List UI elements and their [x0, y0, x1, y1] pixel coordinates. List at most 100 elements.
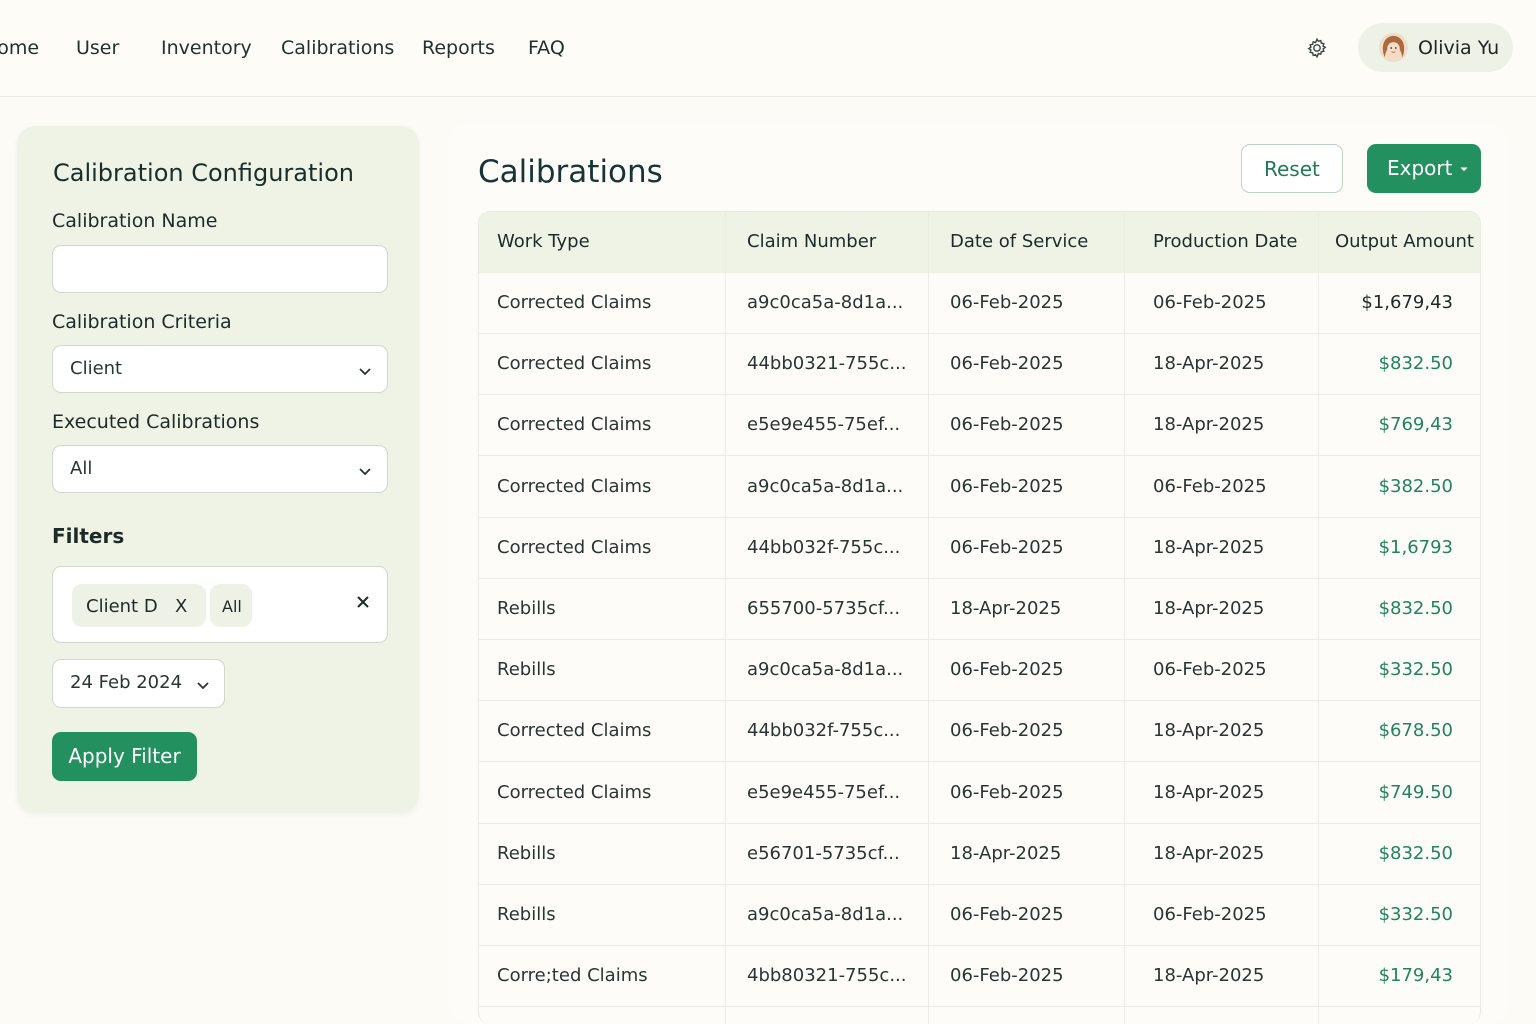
cell-output-amount: $832.50: [1378, 842, 1453, 864]
table-row[interactable]: Rebills 655700-5735cf... 18-Apr-2025 18-Apr…: [479, 579, 1480, 640]
cell-production-date: 18-Apr-2025: [1153, 720, 1265, 742]
filter-chip-label: Client D: [86, 596, 158, 617]
user-name: Olivia Yu: [1418, 37, 1500, 59]
executed-calibrations-value: All: [70, 458, 93, 479]
cell-production-date: 18-Apr-2025: [1153, 842, 1265, 864]
cell-work-type: Corrected Claims: [497, 781, 652, 803]
table-row[interactable]: Corre;ted Claims 4bb80321-755c... 06-Feb-2…: [479, 946, 1480, 1008]
cell-work-type: Corrected Claims: [497, 292, 652, 313]
caret-down-icon: [1460, 167, 1468, 172]
cell-claim-number: 44bb032f-755c...: [747, 536, 901, 558]
filter-chip-client[interactable]: Client D X: [72, 584, 206, 627]
table-row[interactable]: Corrected Claims e5e9e455-75ef... 06-Feb-2…: [479, 395, 1480, 457]
calibration-name-label: Calibration Name: [52, 210, 218, 232]
table-row[interactable]: Rebills a9c0ca5a-8d1a... 06-Feb-2025 06-Feb…: [479, 640, 1480, 702]
cell-production-date: 18-Apr-2025: [1153, 414, 1265, 436]
close-icon[interactable]: X: [175, 596, 187, 617]
calibrations-table: Work Type Claim Number Date of Service P…: [478, 211, 1481, 1024]
cell-date-of-service: 06-Feb-2025: [950, 536, 1064, 558]
cell-work-type: Corrected Claims: [497, 353, 652, 375]
cell-claim-number: a9c0ca5a-8d1a...: [747, 292, 904, 313]
cell-production-date: 18-Apr-2025: [1153, 353, 1265, 375]
apply-filter-label: Apply Filter: [68, 744, 181, 768]
cell-output-amount: $1,679,43: [1361, 292, 1453, 313]
calibration-criteria-label: Calibration Criteria: [52, 311, 232, 333]
column-header-work-type[interactable]: Work Type: [497, 231, 590, 252]
executed-calibrations-select[interactable]: All: [52, 445, 388, 493]
cell-work-type: Rebills: [497, 904, 556, 925]
column-header-claim-number[interactable]: Claim Number: [747, 231, 876, 252]
user-menu[interactable]: Olivia Yu: [1358, 23, 1513, 72]
table-row[interactable]: Corrected Claims a9c0ca5a-8d1a... 06-Feb-2…: [479, 457, 1480, 518]
cell-date-of-service: 18-Apr-2025: [950, 842, 1062, 864]
export-button[interactable]: Export: [1367, 144, 1481, 193]
calibration-criteria-value: Client: [70, 358, 123, 379]
executed-calibrations-label: Executed Calibrations: [52, 411, 260, 433]
nav-home[interactable]: lome: [0, 36, 39, 60]
calibration-criteria-select[interactable]: Client: [52, 345, 388, 393]
cell-work-type: Corrected Claims: [497, 536, 652, 558]
cell-production-date: 06-Feb-2025: [1153, 659, 1267, 681]
reset-button[interactable]: Reset: [1241, 144, 1343, 193]
nav-faq[interactable]: FAQ: [528, 36, 565, 60]
cell-output-amount: $332.50: [1378, 659, 1453, 681]
cell-date-of-service: 06-Feb-2025: [950, 659, 1064, 681]
cell-work-type: Corrected Claims: [497, 475, 652, 497]
cell-claim-number: 44bb032f-755c...: [747, 720, 901, 742]
export-label: Export: [1387, 156, 1453, 180]
cell-claim-number: a9c0ca5a-8d1a...: [747, 904, 904, 925]
close-icon[interactable]: [355, 594, 371, 610]
cell-output-amount: $179,43: [1378, 965, 1453, 987]
apply-filter-button[interactable]: Apply Filter: [52, 732, 197, 781]
cell-date-of-service: 06-Feb-2025: [950, 720, 1064, 742]
nav-user[interactable]: User: [76, 36, 119, 60]
nav-calibrations[interactable]: Calibrations: [281, 36, 394, 60]
cell-work-type: Rebills: [497, 842, 556, 864]
cell-production-date: 18-Apr-2025: [1153, 965, 1265, 987]
cell-production-date: 06-Feb-2025: [1153, 292, 1267, 313]
cell-work-type: Rebills: [497, 659, 556, 681]
cell-production-date: 18-Apr-2025: [1153, 598, 1265, 619]
table-row[interactable]: Corrected Claims 44bb032f-755c... 06-Feb-2…: [479, 518, 1480, 579]
table-row[interactable]: Rebills e56701-5735cf... 18-Apr-2025 18-Apr…: [479, 824, 1480, 885]
table-row[interactable]: Corrected Claims e5e9e455-75ef... 06-Feb-2…: [479, 763, 1480, 824]
cell-claim-number: 4bb80321-755c...: [747, 965, 907, 987]
column-header-output-amount[interactable]: Output Amount: [1335, 231, 1474, 252]
cell-date-of-service: 06-Feb-2025: [950, 353, 1064, 375]
date-value: 24 Feb 2024: [70, 672, 183, 693]
nav-reports[interactable]: Reports: [422, 36, 495, 60]
cell-claim-number: e56701-5735cf...: [747, 842, 900, 864]
table-row[interactable]: Corrected Claims 44bb032f-755c... 06-Feb-2…: [479, 701, 1480, 763]
cell-claim-number: a9c0ca5a-8d1a...: [747, 659, 904, 681]
date-select[interactable]: 24 Feb 2024: [52, 659, 225, 708]
cell-work-type: Corrected Claims: [497, 720, 652, 742]
cell-production-date: 18-Apr-2025: [1153, 781, 1265, 803]
table-row[interactable]: Rebills a9c0ca5a-8d1a... 06-Feb-2025 06-Feb…: [479, 885, 1480, 946]
gear-icon[interactable]: [1305, 36, 1329, 60]
cell-work-type: Corre;ted Claims: [497, 965, 648, 987]
chevron-down-icon: [359, 468, 371, 476]
cell-output-amount: $769,43: [1378, 414, 1453, 436]
filters-title: Filters: [52, 524, 125, 548]
column-header-production-date[interactable]: Production Date: [1153, 231, 1298, 252]
nav-inventory[interactable]: Inventory: [161, 36, 252, 60]
table-header: Work Type Claim Number Date of Service P…: [479, 212, 1480, 273]
column-header-date-of-service[interactable]: Date of Service: [950, 231, 1088, 252]
cell-output-amount: $1,6793: [1378, 536, 1453, 558]
table-row[interactable]: Corrected Claims 44bb0321-755c... 06-Feb-2…: [479, 334, 1480, 396]
cell-work-type: Rebills: [497, 598, 556, 619]
calibration-name-input[interactable]: [52, 245, 388, 293]
table-row[interactable]: Corrected Claims a9c0ca5a-8d1a... 06-Feb-2…: [479, 273, 1480, 334]
cell-production-date: 06-Feb-2025: [1153, 475, 1267, 497]
cell-claim-number: e5e9e455-75ef...: [747, 414, 901, 436]
filter-chip-all[interactable]: All: [210, 584, 252, 627]
cell-production-date: 18-Apr-2025: [1153, 536, 1265, 558]
cell-output-amount: $678.50: [1378, 720, 1453, 742]
chevron-down-icon: [359, 368, 371, 376]
cell-production-date: 06-Feb-2025: [1153, 904, 1267, 925]
cell-output-amount: $832.50: [1378, 353, 1453, 375]
filter-chip-box: Client D X All: [52, 566, 388, 643]
cell-date-of-service: 06-Feb-2025: [950, 292, 1064, 313]
cell-output-amount: $332.50: [1378, 904, 1453, 925]
cell-output-amount: $749.50: [1378, 781, 1453, 803]
